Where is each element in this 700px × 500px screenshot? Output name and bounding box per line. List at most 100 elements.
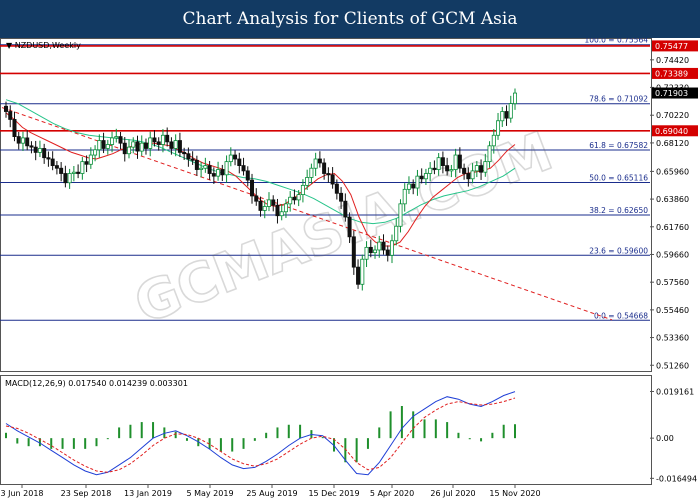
candle-body xyxy=(283,203,288,213)
candle-body xyxy=(347,216,352,238)
fib-label: 100.0 = 0.75564 xyxy=(584,38,648,45)
macd-tick-label: -0.016494 xyxy=(656,474,697,483)
candle-body xyxy=(42,148,47,159)
candle-body xyxy=(377,241,382,251)
candle-body xyxy=(432,167,437,170)
candle-body xyxy=(330,174,335,185)
candle-body xyxy=(211,173,216,177)
chart-canvas: 100.0 = 0.75564 78.6 = 0.71092 61.8 = 0.67… xyxy=(0,38,698,498)
candle-body xyxy=(76,171,81,174)
candle-body xyxy=(37,148,42,153)
candle-body xyxy=(360,258,365,285)
candle-body xyxy=(313,158,318,169)
time-tick-label: 15 Dec 2019 xyxy=(308,489,359,498)
time-tick-label: 26 Jul 2020 xyxy=(430,489,475,498)
candle-body xyxy=(20,137,25,144)
candle-body xyxy=(216,169,221,177)
price-tick-label: 0.53360 xyxy=(656,334,689,343)
macd-histogram-bar xyxy=(366,438,369,449)
macd-histogram-bar xyxy=(355,438,358,463)
candle-body xyxy=(131,141,136,148)
macd-histogram-bar xyxy=(72,438,75,449)
candle-body xyxy=(398,203,403,227)
candle-body xyxy=(139,142,144,152)
macd-histogram-bar xyxy=(118,427,121,439)
current-price-label: 0.71903 xyxy=(655,89,688,98)
candle-body xyxy=(415,175,420,189)
candle-body xyxy=(29,145,34,148)
candle-body xyxy=(190,158,195,161)
candle-body xyxy=(292,196,297,201)
candle-body xyxy=(339,192,344,202)
macd-histogram-bar xyxy=(265,432,268,439)
candle-body xyxy=(169,141,174,149)
macd-title: MACD(12,26,9) 0.017540 0.014239 0.003301 xyxy=(5,379,188,388)
candle-body xyxy=(143,142,148,149)
candle-body xyxy=(67,173,72,184)
level-tag-label: 0.69040 xyxy=(655,127,688,136)
macd-histogram-bar xyxy=(16,438,19,444)
candle-body xyxy=(322,162,327,174)
candle-body xyxy=(385,249,390,256)
candle-body xyxy=(207,165,212,174)
candle-body xyxy=(504,111,509,119)
candle-body xyxy=(8,111,13,120)
time-tick-label: 23 Sep 2018 xyxy=(61,489,112,498)
candle-body xyxy=(97,140,102,151)
candle-body xyxy=(470,170,475,180)
candle-body xyxy=(114,136,119,139)
macd-histogram-bar xyxy=(185,438,188,441)
candle-body xyxy=(466,173,471,180)
macd-histogram-bar xyxy=(299,424,302,439)
candle-body xyxy=(445,165,450,172)
fib-label: 23.6 = 0.59600 xyxy=(589,246,648,255)
candle-body xyxy=(440,157,445,166)
macd-histogram-bar xyxy=(423,419,426,439)
candle-body xyxy=(237,158,242,166)
candle-body xyxy=(220,169,225,176)
candle-body xyxy=(233,154,238,160)
candle-body xyxy=(63,173,68,184)
candle-body xyxy=(474,165,479,172)
time-axis: 3 Jun 2018 23 Sep 2018 13 Jan 2019 5 May 20… xyxy=(0,484,541,498)
macd-histogram-bar xyxy=(5,432,7,439)
macd-histogram-bar xyxy=(106,438,109,440)
candle-body xyxy=(148,137,153,149)
candle-body xyxy=(127,146,132,155)
candle-body xyxy=(394,225,399,242)
candle-body xyxy=(118,136,123,144)
candle-body xyxy=(177,140,182,153)
candle-body xyxy=(279,211,284,217)
macd-tick-label: 0.019161 xyxy=(656,387,694,396)
candle-body xyxy=(173,140,178,149)
time-tick-label: 13 Jan 2019 xyxy=(124,489,172,498)
macd-histogram-bar xyxy=(276,427,279,439)
candle-body xyxy=(373,249,378,254)
fib-label: 61.8 = 0.67582 xyxy=(589,141,648,150)
candle-body xyxy=(462,167,467,174)
candle-body xyxy=(46,157,51,160)
macd-histogram-bar xyxy=(61,438,64,449)
candle-body xyxy=(513,92,518,105)
candle-body xyxy=(491,134,496,147)
time-tick-label: 5 Apr 2020 xyxy=(370,489,414,498)
candle-body xyxy=(381,241,386,251)
candle-body xyxy=(402,188,407,205)
macd-histogram-bar xyxy=(152,422,155,439)
candle-body xyxy=(317,158,322,164)
candle-body xyxy=(203,165,208,169)
macd-histogram-bar xyxy=(287,424,290,439)
candle-body xyxy=(305,177,310,186)
candle-body xyxy=(152,137,157,143)
macd-histogram-bar xyxy=(446,422,449,439)
price-tick-label: 0.61760 xyxy=(656,223,689,232)
candle-body xyxy=(487,145,492,163)
macd-histogram-bar xyxy=(457,432,460,439)
macd-histogram-bar xyxy=(491,432,494,439)
candle-body xyxy=(262,206,267,211)
candle-body xyxy=(288,196,293,205)
price-tick-label: 0.59660 xyxy=(656,250,689,259)
candle-body xyxy=(110,137,115,145)
candle-body xyxy=(254,195,259,202)
candle-body xyxy=(186,153,191,160)
